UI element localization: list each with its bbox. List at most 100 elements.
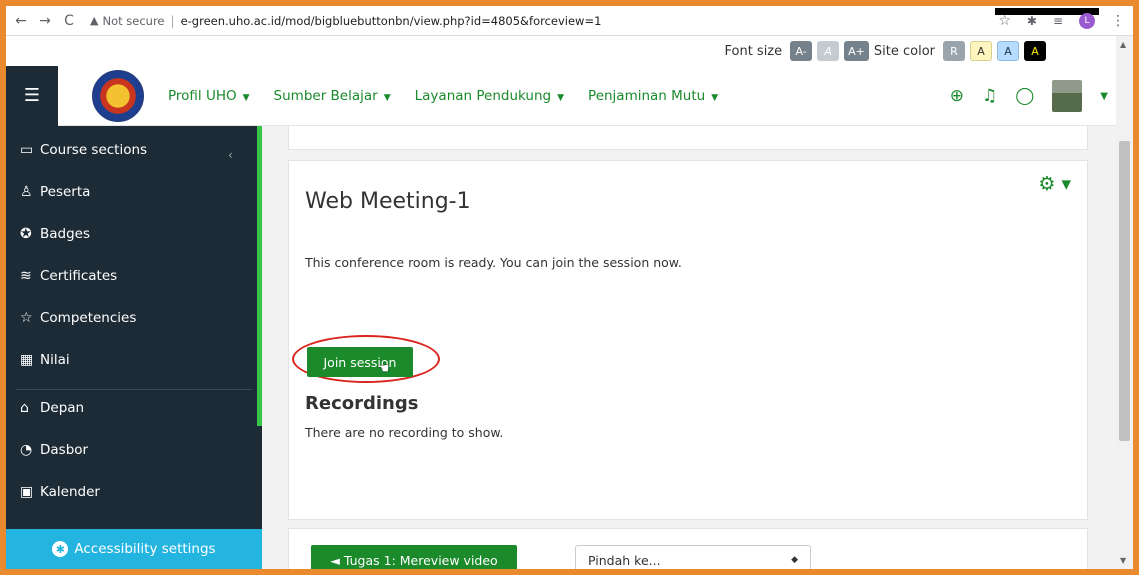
- menu-label: Penjaminan Mutu: [588, 87, 706, 104]
- sidebar-item-label: Dasbor: [40, 442, 89, 458]
- previous-card-edge: [288, 126, 1088, 150]
- bell-icon[interactable]: ♫: [982, 86, 997, 106]
- caret-down-icon: ▼: [711, 92, 719, 103]
- forward-icon[interactable]: →: [36, 13, 54, 29]
- reading-list-icon[interactable]: ≡: [1053, 14, 1063, 28]
- user-avatar[interactable]: [1052, 80, 1083, 112]
- site-navbar: ☰ Profil UHO ▼ Sumber Belajar ▼ Layanan Pe…: [6, 65, 1116, 126]
- home-icon: ⌂: [20, 400, 29, 416]
- activity-navigation: ◄ Tugas 1: Mereview video Pindah ke... ◆: [288, 528, 1088, 569]
- url-text[interactable]: e-green.uho.ac.id/mod/bigbluebuttonbn/vi…: [181, 14, 602, 28]
- sidebar-item-certificates[interactable]: ≋ Certificates: [20, 268, 117, 284]
- scroll-up-icon[interactable]: ▲: [1120, 40, 1126, 49]
- menu-penjaminan-mutu[interactable]: Penjaminan Mutu ▼: [588, 88, 718, 104]
- jump-to-value: Pindah ke...: [588, 552, 661, 568]
- url-separator: |: [170, 13, 175, 28]
- sidebar-item-peserta[interactable]: ♙ Peserta: [20, 184, 90, 200]
- page-scrollbar[interactable]: ▲ ▼: [1116, 36, 1133, 569]
- color-black-button[interactable]: A: [1024, 41, 1046, 61]
- hamburger-menu-icon[interactable]: ☰: [6, 65, 58, 126]
- gear-icon[interactable]: ⚙ ▾: [1038, 173, 1071, 195]
- sidebar-item-nilai[interactable]: ▦ Nilai: [20, 352, 70, 368]
- university-logo[interactable]: [92, 69, 144, 122]
- extension-icon[interactable]: ✱: [1027, 14, 1037, 28]
- menu-profil-uho[interactable]: Profil UHO ▼: [168, 88, 250, 104]
- calendar-icon: ▣: [20, 484, 34, 500]
- sidebar-item-label: Peserta: [40, 184, 91, 200]
- font-increase-button[interactable]: A+: [844, 41, 869, 61]
- sidebar-item-badges[interactable]: ✪ Badges: [20, 226, 90, 242]
- sidebar-item-depan[interactable]: ⌂ Depan: [20, 400, 84, 416]
- accessibility-settings-label: Accessibility settings: [74, 541, 216, 557]
- back-icon[interactable]: ←: [12, 13, 30, 29]
- join-session-button[interactable]: Join session: [307, 347, 413, 377]
- page-title: Web Meeting-1: [305, 189, 471, 214]
- accessibility-toolbar: Font size A- A A+ Site color R A A A: [6, 36, 1116, 66]
- caret-down-icon: ▼: [557, 92, 565, 103]
- sidebar-item-label: Course sections: [40, 142, 148, 158]
- chat-icon[interactable]: ◯: [1015, 86, 1034, 106]
- sidebar-divider: [16, 389, 252, 390]
- user-menu-caret-icon[interactable]: ▼: [1100, 91, 1108, 102]
- color-reset-button[interactable]: R: [943, 41, 965, 61]
- sidebar-item-label: Kalender: [40, 484, 100, 500]
- course-sidebar: ‹ ▭ Course sections ♙ Peserta ✪ Badges ≋…: [6, 126, 262, 569]
- sidebar-item-kalender[interactable]: ▣ Kalender: [20, 484, 100, 500]
- caret-down-icon: ▼: [383, 92, 391, 103]
- accessibility-settings-button[interactable]: ✱ Accessibility settings: [6, 529, 262, 569]
- recordings-heading: Recordings: [305, 393, 419, 414]
- main-menu: Profil UHO ▼ Sumber Belajar ▼ Layanan Pend…: [168, 88, 718, 104]
- recordings-empty-message: There are no recording to show.: [305, 425, 504, 440]
- site-color-label: Site color: [873, 43, 935, 59]
- menu-label: Layanan Pendukung: [414, 87, 552, 104]
- gradebook-icon: ▦: [20, 352, 34, 368]
- address-bar[interactable]: ▲ Not secure | e-green.uho.ac.id/mod/big…: [90, 14, 601, 28]
- menu-layanan-pendukung[interactable]: Layanan Pendukung ▼: [415, 88, 564, 104]
- previous-activity-button[interactable]: ◄ Tugas 1: Mereview video: [311, 545, 517, 569]
- navbar-actions: ⊕ ♫ ◯ ▼: [950, 66, 1108, 126]
- star-icon: ☆: [20, 310, 33, 326]
- activity-card: Web Meeting-1 ⚙ ▾ This conference room i…: [288, 160, 1088, 520]
- scroll-down-icon[interactable]: ▼: [1120, 556, 1126, 565]
- font-decrease-button[interactable]: A-: [790, 41, 813, 61]
- conference-status-message: This conference room is ready. You can j…: [305, 255, 682, 270]
- screenshot-frame: ← → C ▲ Not secure | e-green.uho.ac.id/m…: [6, 6, 1133, 569]
- sidebar-item-course-sections[interactable]: ▭ Course sections: [20, 142, 147, 158]
- sidebar-item-label: Competencies: [40, 310, 137, 326]
- browser-toolbar: ← → C ▲ Not secure | e-green.uho.ac.id/m…: [6, 6, 1133, 36]
- font-size-label: Font size: [724, 43, 783, 59]
- reload-icon[interactable]: C: [60, 13, 78, 29]
- caret-down-icon: ▼: [242, 92, 250, 103]
- sidebar-item-label: Depan: [40, 400, 85, 416]
- color-blue-button[interactable]: A: [997, 41, 1019, 61]
- warning-icon: ▲: [90, 14, 99, 27]
- sidebar-item-dasbor[interactable]: ◔ Dasbor: [20, 442, 88, 458]
- sidebar-item-label: Badges: [40, 226, 91, 242]
- browser-menu-icon[interactable]: ⋮: [1111, 13, 1125, 29]
- menu-sumber-belajar[interactable]: Sumber Belajar ▼: [274, 88, 391, 104]
- users-icon: ♙: [20, 184, 33, 200]
- menu-label: Sumber Belajar: [273, 87, 378, 104]
- font-reset-button[interactable]: A: [817, 41, 840, 61]
- profile-avatar[interactable]: L: [1079, 13, 1095, 29]
- menu-label: Profil UHO: [168, 87, 237, 104]
- collapse-sidebar-icon[interactable]: ‹: [228, 148, 233, 162]
- sidebar-item-competencies[interactable]: ☆ Competencies: [20, 310, 136, 326]
- certificate-icon: ≋: [20, 268, 32, 284]
- sidebar-item-label: Certificates: [40, 268, 118, 284]
- select-arrows-icon: ◆: [791, 555, 798, 565]
- jump-to-select[interactable]: Pindah ke... ◆: [575, 545, 811, 569]
- bookmark-star-icon[interactable]: ☆: [998, 13, 1011, 29]
- sidebar-item-label: Nilai: [40, 352, 70, 368]
- not-secure-label: Not secure: [102, 13, 165, 28]
- badge-icon: ✪: [20, 226, 32, 242]
- scrollbar-thumb[interactable]: [1119, 141, 1130, 441]
- dashboard-icon: ◔: [20, 442, 33, 458]
- hand-cursor-icon: ☚: [377, 361, 390, 377]
- main-content: Web Meeting-1 ⚙ ▾ This conference room i…: [262, 126, 1116, 569]
- accessibility-icon: ✱: [52, 541, 69, 557]
- browser-actions: ☆ ✱ ≡ L ⋮: [998, 6, 1125, 36]
- color-yellow-button[interactable]: A: [970, 41, 992, 61]
- folder-icon: ▭: [20, 142, 34, 158]
- globe-icon[interactable]: ⊕: [950, 86, 964, 106]
